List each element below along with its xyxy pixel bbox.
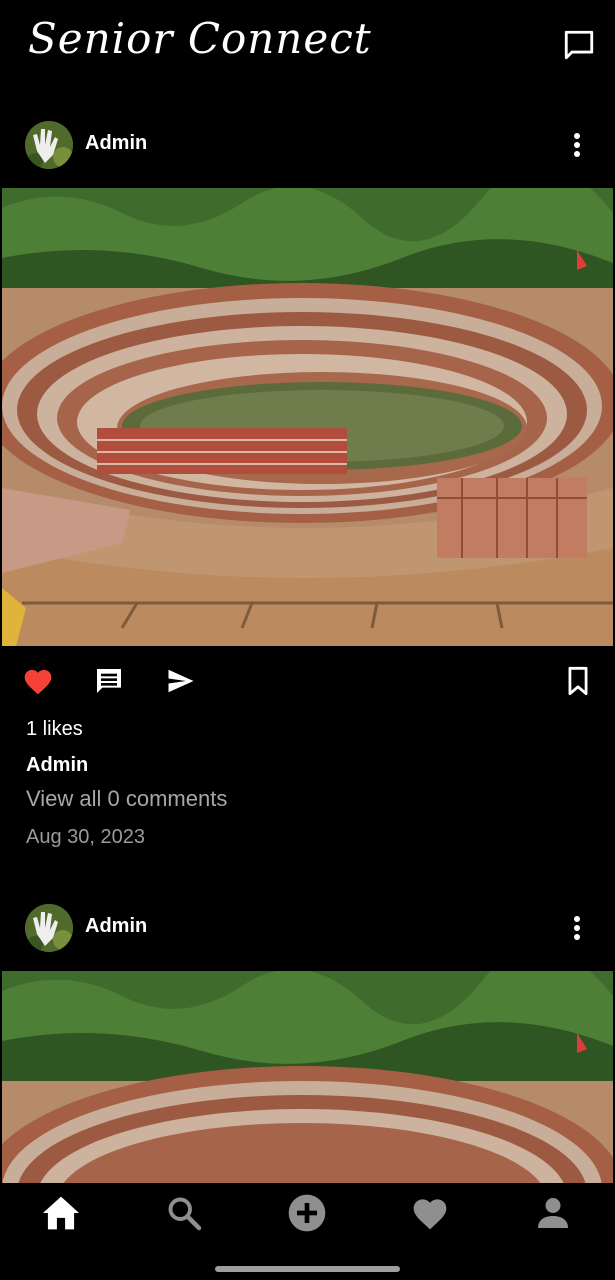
- search-icon: [168, 1197, 202, 1231]
- nav-add-button[interactable]: [283, 1189, 331, 1237]
- post-header: Admin: [0, 899, 615, 959]
- comment-icon: [97, 669, 121, 693]
- post-image[interactable]: [2, 971, 613, 1183]
- gesture-home-bar[interactable]: [215, 1266, 400, 1272]
- like-count[interactable]: 1 likes: [26, 718, 83, 741]
- like-button[interactable]: [20, 664, 56, 698]
- post-author[interactable]: Admin: [85, 915, 147, 938]
- post-date: Aug 30, 2023: [26, 826, 145, 848]
- post-header: Admin: [0, 116, 615, 176]
- more-options-button[interactable]: [562, 909, 592, 947]
- nav-activity-button[interactable]: [406, 1189, 454, 1237]
- nav-profile-button[interactable]: [529, 1189, 577, 1237]
- add-circle-icon: [288, 1194, 326, 1232]
- person-icon: [538, 1198, 568, 1228]
- comment-button[interactable]: [91, 664, 127, 698]
- bookmark-button[interactable]: [560, 664, 596, 698]
- post-author[interactable]: Admin: [85, 132, 147, 155]
- more-vertical-icon: [574, 916, 580, 940]
- app-title: Senior Connect: [28, 14, 372, 63]
- view-comments-link[interactable]: View all 0 comments: [26, 786, 227, 812]
- heart-icon: [24, 669, 52, 695]
- heart-icon: [413, 1199, 447, 1230]
- post-image[interactable]: [2, 188, 613, 646]
- bookmark-icon: [568, 666, 588, 696]
- caption-author[interactable]: Admin: [26, 754, 88, 777]
- app-screen: Senior Connect Admin 1 likes Admin View …: [0, 0, 615, 1280]
- home-icon: [43, 1196, 79, 1230]
- avatar[interactable]: [25, 121, 73, 169]
- app-header: Senior Connect: [0, 0, 615, 92]
- more-options-button[interactable]: [562, 126, 592, 164]
- share-button[interactable]: [163, 664, 199, 698]
- send-icon: [168, 669, 194, 693]
- chat-bubble-icon: [564, 30, 594, 60]
- post-actions: [0, 646, 615, 716]
- nav-home-button[interactable]: [37, 1189, 85, 1237]
- avatar[interactable]: [25, 904, 73, 952]
- more-vertical-icon: [574, 133, 580, 157]
- nav-search-button[interactable]: [160, 1189, 208, 1237]
- messages-button[interactable]: [560, 26, 598, 64]
- post-card: Admin: [0, 116, 615, 848]
- post-card: Admin: [0, 899, 615, 1183]
